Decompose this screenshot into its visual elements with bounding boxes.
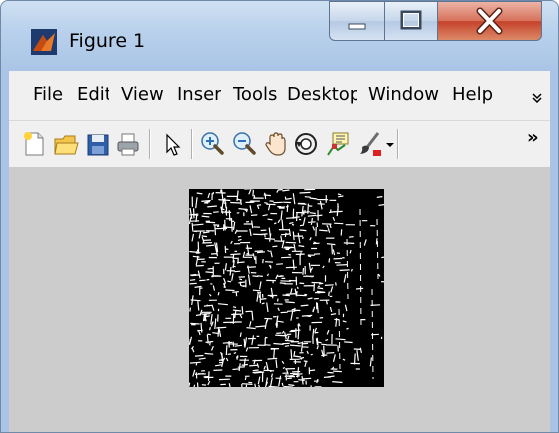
edge-streak	[376, 218, 379, 280]
edge-streak	[346, 238, 349, 300]
edge-streak	[371, 288, 374, 380]
save-figure-icon[interactable]	[85, 130, 111, 158]
toolbar-separator	[149, 129, 151, 159]
toolbar-overflow-button[interactable]: »	[527, 127, 539, 148]
edge-pixels	[189, 189, 384, 387]
maximize-icon	[400, 10, 422, 30]
toolbar: »	[9, 121, 550, 167]
menu-view[interactable]: View	[121, 84, 169, 105]
matlab-icon	[31, 29, 57, 55]
menu-window[interactable]: Window	[368, 84, 443, 105]
print-figure-icon[interactable]	[115, 130, 141, 158]
menu-insert[interactable]: Insert	[177, 84, 221, 105]
menu-desktop[interactable]: Desktop	[287, 84, 357, 105]
zoom-out-icon[interactable]	[231, 130, 257, 158]
menu-edit[interactable]: Edit	[77, 84, 109, 105]
menu-overflow-icon[interactable]	[531, 91, 543, 103]
maximize-button[interactable]	[384, 1, 438, 41]
rotate-3d-icon[interactable]	[293, 130, 319, 158]
toolbar-separator	[191, 129, 193, 159]
window-title: Figure 1	[69, 30, 146, 52]
dropdown-arrow-icon[interactable]	[386, 141, 394, 149]
pan-hand-icon[interactable]	[263, 130, 289, 158]
open-file-icon[interactable]	[53, 130, 79, 158]
zoom-in-icon[interactable]	[199, 130, 225, 158]
edit-plot-arrow-icon[interactable]	[159, 130, 185, 158]
menu-clip	[9, 71, 21, 120]
minimize-button[interactable]	[329, 1, 385, 41]
new-figure-icon[interactable]	[21, 130, 47, 158]
toolbar-separator	[397, 129, 399, 159]
menu-tools[interactable]: Tools	[233, 84, 281, 105]
close-icon	[476, 7, 503, 35]
brush-icon[interactable]	[357, 130, 383, 158]
menu-file[interactable]: File	[33, 84, 69, 105]
figure-window: Figure 1 File Edit View Insert Tools Des…	[0, 0, 559, 433]
edge-streak	[359, 208, 362, 330]
menu-help[interactable]: Help	[452, 84, 494, 105]
edge-detection-image	[189, 189, 384, 387]
menu-bar: File Edit View Insert Tools Desktop Wind…	[9, 71, 550, 121]
figure-canvas[interactable]	[9, 167, 550, 432]
close-button[interactable]	[437, 1, 542, 41]
title-bar[interactable]: Figure 1	[1, 1, 558, 71]
minimize-icon	[348, 23, 366, 30]
data-cursor-icon[interactable]	[325, 130, 351, 158]
